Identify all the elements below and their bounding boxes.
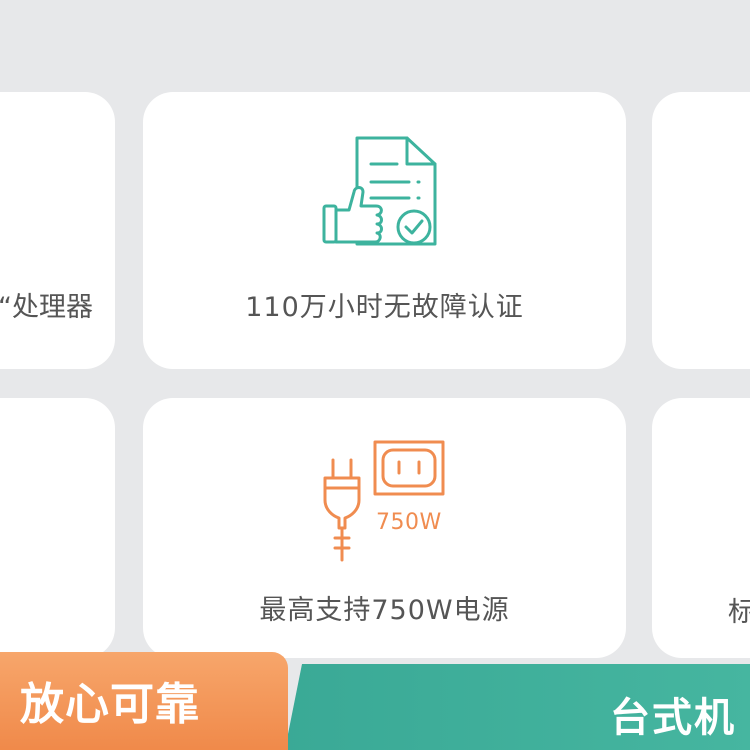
tab-desktop-label: 台式机 xyxy=(610,695,736,741)
power-rating-label: 750W xyxy=(376,510,442,535)
feature-card-reliability-label: 110万小时无故障认证 xyxy=(245,292,524,323)
feature-card-processor-label: “处理器 xyxy=(0,292,93,323)
thumbs-up-certificate-icon xyxy=(322,136,437,246)
feature-grid: “处理器 110万小时无故障认证 750W 最高支持750W电源 标 放心可靠 … xyxy=(0,0,750,750)
tab-reliable-label: 放心可靠 xyxy=(20,679,200,730)
feature-card-top-right xyxy=(652,92,750,369)
feature-card-processor xyxy=(0,92,115,369)
feature-card-power: 750W 最高支持750W电源 xyxy=(143,398,626,658)
feature-card-bottom-right-label: 标 xyxy=(728,597,750,628)
feature-card-reliability: 110万小时无故障认证 xyxy=(143,92,626,369)
feature-card-power-label: 最高支持750W电源 xyxy=(259,595,510,626)
feature-card-bottom-left xyxy=(0,398,115,658)
power-plug-outlet-icon xyxy=(323,440,445,562)
